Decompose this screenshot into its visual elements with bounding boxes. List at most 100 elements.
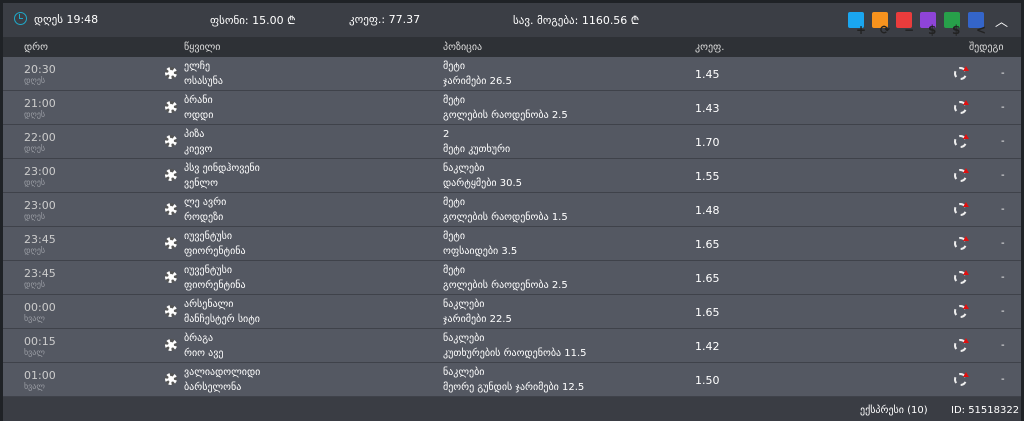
pending-status-icon: [954, 202, 969, 216]
col-pair: წყვილი: [184, 42, 221, 53]
match-time: 23:00: [24, 165, 56, 178]
position-line: კუთხურების რაოდენობა 11.5: [443, 348, 587, 359]
soccer-ball-icon: [165, 67, 177, 79]
position-line: გოლების რაოდენობა 2.5: [443, 110, 568, 121]
odds: 1.42: [695, 340, 720, 353]
result: -: [1001, 170, 1005, 181]
position-market: ნაკლები: [443, 367, 485, 378]
odds: 1.45: [695, 68, 720, 81]
table-row[interactable]: 23:00 დღეს პსვ ეინდჰოვენი ვენლო ნაკლები …: [3, 159, 1021, 193]
soccer-ball-icon: [165, 135, 177, 147]
auto-cashout-icon: $: [928, 23, 937, 37]
bet-id: ID: 51518322: [951, 405, 1020, 416]
home-team: იუვენტუსი: [184, 231, 232, 242]
pending-status-icon: [954, 270, 969, 284]
match-time: 23:00: [24, 199, 56, 212]
position-market: მეტი: [443, 95, 466, 106]
away-team: ბარსელონა: [184, 382, 242, 393]
cashout-button[interactable]: $: [944, 12, 960, 37]
result: -: [1001, 374, 1005, 385]
col-position: პოზიცია: [443, 42, 483, 53]
pending-status-icon: [954, 236, 969, 250]
home-team: იუვენტუსი: [184, 265, 232, 276]
away-team: ფიორენტინა: [184, 246, 246, 257]
potential-payout: სავ. მოგება: 1160.56 ₾: [513, 14, 640, 27]
table-row[interactable]: 20:30 დღეს ელჩე ოსასუნა მეტი ჯარიმები 26…: [3, 57, 1021, 91]
position-market: მეტი: [443, 197, 466, 208]
cashout-icon: $: [952, 23, 961, 37]
position-market: მეტი: [443, 61, 466, 72]
result: -: [1001, 102, 1005, 113]
match-time: 21:00: [24, 97, 56, 110]
table-row[interactable]: 00:00 ხვალ არსენალი მანჩესტერ სიტი ნაკლე…: [3, 295, 1021, 329]
bet-type: ექსპრესი (10): [860, 405, 928, 416]
soccer-ball-icon: [165, 271, 177, 283]
soccer-ball-icon: [165, 305, 177, 317]
auto-cashout-button[interactable]: $: [920, 12, 936, 37]
match-day: დღეს: [24, 212, 46, 221]
odds: 1.70: [695, 136, 720, 149]
odds: 1.65: [695, 238, 720, 251]
total-odds: კოეფ.: 77.37: [349, 13, 421, 26]
bet-time: დღეს 19:48: [34, 13, 99, 26]
soccer-ball-icon: [165, 203, 177, 215]
home-team: ბრანი: [184, 95, 213, 106]
stake: ფსონი: 15.00 ₾: [210, 14, 296, 27]
soccer-ball-icon: [165, 237, 177, 249]
away-team: ვენლო: [184, 178, 218, 189]
position-market: ნაკლები: [443, 299, 485, 310]
refresh-button[interactable]: ⟳: [872, 12, 890, 37]
remove-button[interactable]: −: [896, 12, 914, 37]
table-row[interactable]: 23:45 დღეს იუვენტუსი ფიორენტინა მეტი ოფს…: [3, 227, 1021, 261]
position-market: მეტი: [443, 231, 466, 242]
table-row[interactable]: 22:00 დღეს პიზა კიევო 2 მეტი კუთხური 1.7…: [3, 125, 1021, 159]
away-team: კიევო: [184, 144, 213, 155]
position-market: მეტი: [443, 265, 466, 276]
match-day: დღეს: [24, 76, 46, 85]
match-time: 00:00: [24, 301, 56, 314]
collapse-chevron-icon[interactable]: ︿: [995, 11, 1008, 30]
pending-status-icon: [954, 372, 969, 386]
table-row[interactable]: 23:45 დღეს იუვენტუსი ფიორენტინა მეტი გოლ…: [3, 261, 1021, 295]
position-market: ნაკლები: [443, 163, 485, 174]
match-day: ხვალ: [24, 314, 45, 323]
result: -: [1001, 68, 1005, 79]
position-line: დარტყმები 30.5: [443, 178, 523, 189]
home-team: პსვ ეინდჰოვენი: [184, 163, 260, 174]
away-team: რიო ავე: [184, 348, 224, 359]
home-team: პიზა: [184, 129, 205, 140]
match-time: 20:30: [24, 63, 56, 76]
table-header: დრო წყვილი პოზიცია კოეფ. შედეგი: [3, 37, 1021, 57]
home-team: ვალიადოლიდი: [184, 367, 261, 378]
table-row[interactable]: 21:00 დღეს ბრანი ოდდი მეტი გოლების რაოდე…: [3, 91, 1021, 125]
table-row[interactable]: 01:00 ხვალ ვალიადოლიდი ბარსელონა ნაკლები…: [3, 363, 1021, 397]
share-icon: <: [976, 23, 987, 37]
odds: 1.65: [695, 272, 720, 285]
clock-icon: [14, 12, 27, 25]
table-row[interactable]: 23:00 დღეს ლე ავრი როდეზი მეტი გოლების რ…: [3, 193, 1021, 227]
soccer-ball-icon: [165, 373, 177, 385]
pending-status-icon: [954, 134, 969, 148]
add-button[interactable]: +: [848, 12, 866, 37]
odds: 1.48: [695, 204, 720, 217]
away-team: ოსასუნა: [184, 76, 223, 87]
table-row[interactable]: 00:15 ხვალ ბრაგა რიო ავე ნაკლები კუთხურე…: [3, 329, 1021, 363]
col-odds: კოეფ.: [695, 42, 725, 53]
bet-slip-panel: დღეს 19:48 ფსონი: 15.00 ₾ კოეფ.: 77.37 ს…: [3, 3, 1021, 421]
col-result: შედეგი: [969, 42, 1004, 53]
share-button[interactable]: <: [968, 12, 986, 37]
match-time: 23:45: [24, 267, 56, 280]
footer: ექსპრესი (10) ID: 51518322: [3, 399, 1021, 421]
match-time: 01:00: [24, 369, 56, 382]
home-team: ბრაგა: [184, 333, 214, 344]
soccer-ball-icon: [165, 339, 177, 351]
match-day: დღეს: [24, 178, 46, 187]
add-icon: +: [856, 23, 867, 37]
result: -: [1001, 136, 1005, 147]
result: -: [1001, 204, 1005, 215]
match-day: ხვალ: [24, 348, 45, 357]
refresh-icon: ⟳: [880, 23, 891, 37]
away-team: მანჩესტერ სიტი: [184, 314, 260, 325]
soccer-ball-icon: [165, 101, 177, 113]
home-team: არსენალი: [184, 299, 234, 310]
